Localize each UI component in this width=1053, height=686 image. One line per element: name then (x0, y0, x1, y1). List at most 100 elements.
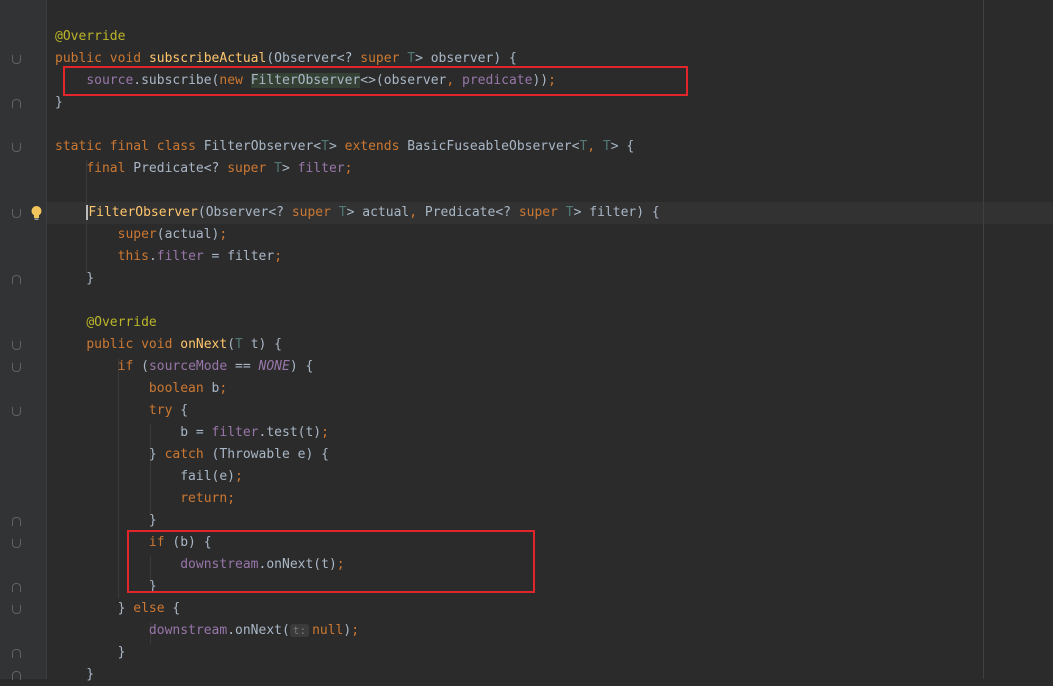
code-token: super (117, 227, 157, 242)
code-line[interactable]: if (sourceMode == NONE) { (55, 356, 314, 378)
code-token: filter (156, 249, 204, 264)
code-token: ; (219, 227, 228, 242)
code-line[interactable]: static final class FilterObserver<T> ext… (55, 136, 634, 158)
code-token: } (55, 447, 165, 462)
code-token: onNext (180, 337, 228, 352)
code-token: else (133, 601, 173, 616)
code-line[interactable]: } (55, 510, 157, 532)
code-line[interactable]: } catch (Throwable e) { (55, 444, 329, 466)
code-token: } (55, 601, 134, 616)
code-token: } (55, 513, 157, 528)
code-line[interactable]: boolean b; (55, 378, 227, 400)
code-token: extends (344, 139, 408, 154)
code-token: T (321, 139, 329, 154)
code-token: final (109, 139, 157, 154)
code-token: } (55, 645, 126, 660)
code-token: T (235, 337, 243, 352)
code-token: ; (321, 425, 329, 440)
code-token: final (86, 161, 134, 176)
code-line[interactable]: } (55, 268, 94, 290)
code-line[interactable]: public void onNext(T t) { (55, 334, 282, 356)
code-line[interactable]: final Predicate<? super T> filter; (55, 158, 352, 180)
code-token: Predicate<? (424, 205, 519, 220)
code-token: ; (235, 469, 243, 484)
code-token: T (602, 139, 611, 154)
code-token: (Observer<? (197, 205, 292, 220)
code-token: ( (141, 359, 149, 374)
code-line[interactable]: super(actual); (55, 224, 228, 246)
code-line[interactable]: @Override (55, 26, 125, 48)
code-line[interactable]: fail(e); (55, 466, 243, 488)
code-token: } (55, 271, 95, 286)
code-token: public (86, 337, 142, 352)
code-line[interactable]: } (55, 664, 94, 686)
code-token: { (180, 403, 189, 418)
code-token: @Override (55, 29, 126, 44)
code-token: b = (55, 425, 212, 440)
code-token: public (55, 51, 110, 66)
code-token: if (117, 359, 142, 374)
code-token: { (172, 601, 181, 616)
highlight-box-if-block (127, 530, 535, 593)
code-line[interactable]: b = filter.test(t); (55, 422, 329, 444)
code-token: > (282, 161, 298, 176)
code-line[interactable]: } (55, 92, 63, 114)
code-line[interactable]: downstream.onNext(t: null); (55, 620, 359, 642)
code-token: Predicate<? (133, 161, 228, 176)
code-line[interactable]: return; (55, 488, 235, 510)
code-token: , (587, 139, 603, 154)
code-token: ) { (289, 359, 314, 374)
code-token: subscribeActual (148, 51, 267, 66)
code-line[interactable]: FilterObserver(Observer<? super T > actua… (55, 202, 660, 224)
code-token: ; (274, 249, 283, 264)
code-token: FilterObserver (86, 205, 198, 220)
code-token: .test(t) (258, 425, 322, 440)
code-token: super (227, 161, 275, 176)
code-token: ; (344, 161, 353, 176)
code-token: null (312, 623, 344, 638)
code-token: = filter (203, 249, 275, 264)
code-token: return; (180, 491, 236, 506)
code-token: filter (211, 425, 259, 440)
code-token: T (565, 205, 574, 220)
code-token: @Override (86, 315, 157, 330)
parameter-hint: t: (289, 624, 310, 637)
code-line[interactable]: this.filter = filter; (55, 246, 282, 268)
code-token: > observer) { (415, 51, 517, 66)
code-line[interactable]: } else { (55, 598, 181, 620)
code-token: this (117, 249, 149, 264)
code-token: == (227, 359, 259, 374)
code-token: catch (164, 447, 212, 462)
code-token: T (274, 161, 282, 176)
code-token: static (55, 139, 110, 154)
code-token: fail(e) (55, 469, 236, 484)
code-line[interactable]: try { (55, 400, 188, 422)
code-token: (actual) (156, 227, 220, 242)
code-token: void (109, 51, 149, 66)
code-token: FilterObserver< (203, 139, 322, 154)
code-token: } (55, 95, 63, 110)
code-line[interactable]: @Override (55, 312, 157, 334)
code-token: > actual (346, 205, 410, 220)
code-token: > filter) { (573, 205, 660, 220)
code-token: super (518, 205, 566, 220)
code-token: (Throwable e) { (211, 447, 329, 462)
code-line[interactable]: } (55, 642, 126, 664)
code-token: > (328, 139, 345, 154)
code-token: t) { (242, 337, 283, 352)
highlight-box-subscribe-line (63, 66, 688, 96)
code-token: NONE (258, 359, 290, 374)
code-token: super (360, 51, 408, 66)
code-token: } (55, 667, 95, 682)
code-token: (Observer<? (266, 51, 361, 66)
